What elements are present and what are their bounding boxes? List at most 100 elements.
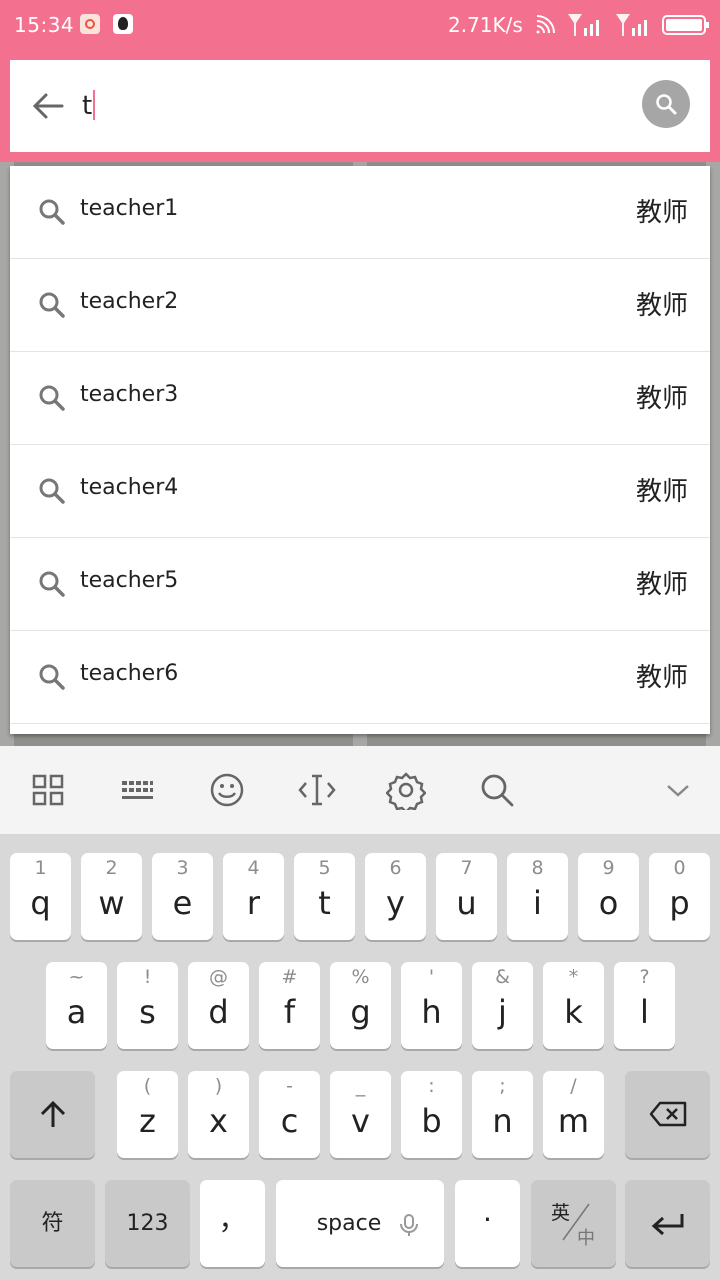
key-z[interactable]: (z xyxy=(117,1071,178,1158)
search-icon[interactable] xyxy=(477,770,517,810)
key-m[interactable]: / m xyxy=(543,1071,604,1158)
suggestion-item[interactable]: teacher2 教师 xyxy=(10,259,710,352)
key-label: n xyxy=(492,1102,513,1140)
key-x[interactable]: ) x xyxy=(188,1071,249,1158)
suggestion-item[interactable]: teacher6 教师 xyxy=(10,631,710,724)
suggestion-item-partial[interactable] xyxy=(10,724,710,734)
back-arrow-icon[interactable] xyxy=(30,88,66,124)
key-hint: 6 xyxy=(389,857,402,879)
key-label: j xyxy=(498,993,507,1031)
key-n[interactable]: ; n xyxy=(472,1071,533,1158)
suggestion-item[interactable]: teacher3 教师 xyxy=(10,352,710,445)
key-label: u xyxy=(456,884,477,922)
search-icon xyxy=(39,664,65,690)
key-c[interactable]: -c xyxy=(259,1071,320,1158)
key-hint: ~ xyxy=(68,966,85,988)
key-hint: ) xyxy=(214,1075,223,1097)
backspace-icon xyxy=(649,1101,687,1127)
suggestion-role: 教师 xyxy=(635,291,688,321)
key-hint: 4 xyxy=(247,857,260,879)
key-label: p xyxy=(669,884,690,922)
period-key[interactable]: · xyxy=(455,1180,520,1267)
key-f[interactable]: # f xyxy=(259,962,320,1049)
key-b[interactable]: :b xyxy=(401,1071,462,1158)
search-icon xyxy=(39,478,65,504)
key-hint: 7 xyxy=(460,857,473,879)
key-hint: _ xyxy=(355,1075,366,1097)
signal-2-icon xyxy=(616,14,647,36)
suggestion-list: teacher1 教师 teacher2 教师 teacher3 教师 teac… xyxy=(10,166,710,734)
key-hint: 1 xyxy=(34,857,47,879)
key-v[interactable]: _ v xyxy=(330,1071,391,1158)
key-k[interactable]: * k xyxy=(543,962,604,1049)
key-label: c xyxy=(280,1102,299,1140)
key-r[interactable]: 4r xyxy=(223,853,284,940)
key-p[interactable]: 0p xyxy=(649,853,710,940)
key-hint: & xyxy=(495,966,510,988)
grid-icon[interactable] xyxy=(28,770,68,810)
key-hint: ; xyxy=(499,1075,506,1097)
key-hint: 3 xyxy=(176,857,189,879)
keyboard-toolbar xyxy=(0,746,720,835)
keyboard-icon[interactable] xyxy=(117,770,157,810)
language-switch-key[interactable]: 英 中 xyxy=(531,1180,616,1267)
backspace-key[interactable] xyxy=(625,1071,710,1158)
key-u[interactable]: 7u xyxy=(436,853,497,940)
text-cursor xyxy=(93,90,96,120)
suggestion-name: teacher4 xyxy=(80,475,179,500)
key-e[interactable]: 3e xyxy=(152,853,213,940)
key-h[interactable]: ' h xyxy=(401,962,462,1049)
suggestion-name: teacher5 xyxy=(80,568,179,593)
key-label: w xyxy=(98,884,125,922)
key-g[interactable]: % g xyxy=(330,962,391,1049)
key-label: s xyxy=(139,993,156,1031)
key-a[interactable]: ~ a xyxy=(46,962,107,1049)
suggestion-role: 教师 xyxy=(635,198,688,228)
key-w[interactable]: 2w xyxy=(81,853,142,940)
suggestion-name: teacher3 xyxy=(80,382,179,407)
suggestion-role: 教师 xyxy=(635,570,688,600)
search-input[interactable]: t xyxy=(82,90,96,122)
key-d[interactable]: @ d xyxy=(188,962,249,1049)
symbols-key[interactable]: 符 xyxy=(10,1180,95,1267)
network-speed: 2.71K/s xyxy=(448,13,523,37)
key-i[interactable]: 8i xyxy=(507,853,568,940)
key-label: e xyxy=(172,884,193,922)
key-s[interactable]: ! s xyxy=(117,962,178,1049)
key-label: f xyxy=(283,993,296,1031)
suggestion-role: 教师 xyxy=(635,477,688,507)
suggestion-item[interactable]: teacher1 教师 xyxy=(10,166,710,259)
key-hint: / xyxy=(570,1075,577,1097)
key-o[interactable]: 9o xyxy=(578,853,639,940)
wifi-icon xyxy=(536,15,555,34)
search-button[interactable] xyxy=(642,80,690,128)
key-hint: @ xyxy=(209,966,228,988)
key-label: v xyxy=(351,1102,370,1140)
suggestion-item[interactable]: teacher4 教师 xyxy=(10,445,710,538)
keyboard: 1q 2w 3e 4r 5t 6y 7u 8i 9o 0p ~ a ! s @ d #… xyxy=(0,835,720,1280)
key-hint: ( xyxy=(143,1075,152,1097)
key-q[interactable]: 1q xyxy=(10,853,71,940)
key-t[interactable]: 5t xyxy=(294,853,355,940)
key-label: q xyxy=(30,884,51,922)
cursor-icon[interactable] xyxy=(297,770,337,810)
key-label: l xyxy=(640,993,649,1031)
key-label: b xyxy=(421,1102,442,1140)
gear-icon[interactable] xyxy=(386,770,426,810)
emoji-icon[interactable] xyxy=(207,770,247,810)
suggestion-item[interactable]: teacher5 教师 xyxy=(10,538,710,631)
key-y[interactable]: 6y xyxy=(365,853,426,940)
key-j[interactable]: & j xyxy=(472,962,533,1049)
numbers-key[interactable]: 123 xyxy=(105,1180,190,1267)
chevron-down-icon[interactable] xyxy=(658,770,698,810)
space-key[interactable]: space xyxy=(276,1180,444,1267)
microphone-icon xyxy=(400,1214,418,1236)
key-l[interactable]: ? l xyxy=(614,962,675,1049)
key-label: o xyxy=(598,884,619,922)
numbers-label: 123 xyxy=(126,1211,169,1236)
enter-key[interactable] xyxy=(625,1180,710,1267)
key-label: m xyxy=(557,1102,590,1140)
shift-key[interactable] xyxy=(10,1071,95,1158)
qq-icon xyxy=(113,14,133,34)
key-label: y xyxy=(386,884,405,922)
